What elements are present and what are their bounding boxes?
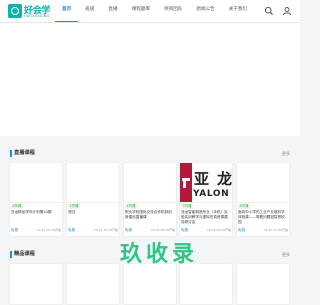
- more-link[interactable]: 更多: [282, 250, 290, 259]
- course-thumbnail: [237, 264, 289, 305]
- course-start-time: 03-26 08:00开播: [150, 228, 175, 232]
- main-nav: 首页 班级 直播 课程题库 师资团队 新闻公告 关于我们: [55, 0, 254, 22]
- course-title[interactable]: 测试: [68, 210, 118, 215]
- lesson-count-badge: 1节课: [68, 204, 80, 209]
- yalon-logo-en: YALON: [193, 189, 230, 199]
- course-card[interactable]: [10, 264, 62, 305]
- lesson-count-badge: 3节课: [181, 204, 193, 209]
- lesson-count-badge: 4节课: [11, 204, 23, 209]
- nav-item-home[interactable]: 首页: [55, 0, 79, 22]
- course-title[interactable]: 面向中小学的工业产业链科学体验课——带着问题逛智慧校园: [238, 210, 288, 225]
- yalon-emblem-icon: [182, 178, 190, 188]
- featured-course-list: [10, 264, 290, 305]
- hero-banner[interactable]: [0, 23, 300, 136]
- course-thumbnail: 亚龙 YALON: [180, 163, 232, 203]
- course-thumbnail: [237, 163, 289, 203]
- course-card[interactable]: [67, 264, 119, 305]
- course-title[interactable]: 亚龙智能制造专业（手机）实验实训教学与虚拟仿真资源建设研讨会: [181, 210, 231, 225]
- nav-item-class[interactable]: 班级: [78, 0, 101, 22]
- lesson-count-badge: 4节课: [125, 204, 137, 209]
- section-accent-bar: [10, 251, 12, 258]
- logo-text-en: HAOXUEXING: [24, 14, 50, 18]
- course-card[interactable]: 1节课 测试 免费 03-22 10:30开播: [67, 163, 119, 236]
- top-navbar: 好会学 HAOXUEXING 首页 班级 直播 课程题库 师资团队 新闻公告 关…: [0, 0, 300, 23]
- nav-item-live[interactable]: 直播: [101, 0, 124, 22]
- course-card[interactable]: 4节课 职业学校国际交流合作机制创新建设直播课 免费 03-26 08:00开播: [124, 163, 176, 236]
- lesson-count-badge: 4节课: [238, 204, 250, 209]
- section-accent-bar: [10, 150, 12, 157]
- course-thumbnail: [124, 163, 176, 203]
- course-card[interactable]: 4节课 面向中小学的工业产业链科学体验课——带着问题逛智慧校园 免费 04-10…: [237, 163, 289, 236]
- course-price: 免费: [68, 228, 76, 232]
- nav-item-courses[interactable]: 课程题库: [125, 0, 157, 22]
- course-thumbnail: [124, 264, 176, 305]
- nav-item-news[interactable]: 新闻公告: [189, 0, 221, 22]
- course-card[interactable]: [237, 264, 289, 305]
- live-section-header: 直播课程 更多: [10, 149, 290, 159]
- course-price: 免费: [125, 228, 133, 232]
- course-title[interactable]: 职业学校国际交流合作机制创新建设直播课: [125, 210, 175, 220]
- course-start-time: 03-21 10:30开播: [36, 228, 61, 232]
- course-thumbnail: [67, 264, 119, 305]
- course-thumbnail: [10, 264, 62, 305]
- yalon-logo-cn: 亚龙: [194, 170, 232, 188]
- watermark-text: 玖收录: [120, 242, 199, 267]
- course-start-time: 03-24 09:00开播: [206, 228, 231, 232]
- course-price: 免费: [11, 228, 19, 232]
- course-title[interactable]: 亚龙精品学年计划第14期: [11, 210, 61, 215]
- course-card[interactable]: 亚龙 YALON 3节课 亚龙智能制造专业（手机）实验实训教学与虚拟仿真资源建设…: [180, 163, 232, 236]
- section-title: 直播课程: [14, 150, 35, 156]
- course-thumbnail: [67, 163, 119, 203]
- user-icon[interactable]: [282, 6, 292, 16]
- nav-item-about[interactable]: 关于我们: [222, 0, 254, 22]
- course-card[interactable]: 4节课 亚龙精品学年计划第14期 免费 03-21 10:30开播: [10, 163, 62, 236]
- yalon-logo-band: [180, 163, 192, 202]
- course-start-time: 03-22 10:30开播: [93, 228, 118, 232]
- more-link[interactable]: 更多: [282, 149, 290, 158]
- course-price: 免费: [181, 228, 189, 232]
- logo-mark-icon: [8, 4, 22, 18]
- course-price: 免费: [238, 228, 246, 232]
- course-start-time: 04-10 10:30开播: [263, 228, 288, 232]
- course-thumbnail: [10, 163, 62, 203]
- section-title: 精品课程: [14, 251, 35, 257]
- course-card[interactable]: [180, 264, 232, 305]
- search-icon[interactable]: [264, 6, 274, 16]
- course-card[interactable]: [124, 264, 176, 305]
- course-thumbnail: [180, 264, 232, 305]
- live-course-list: 4节课 亚龙精品学年计划第14期 免费 03-21 10:30开播 1节课 测试…: [10, 163, 290, 236]
- nav-item-teachers[interactable]: 师资团队: [157, 0, 189, 22]
